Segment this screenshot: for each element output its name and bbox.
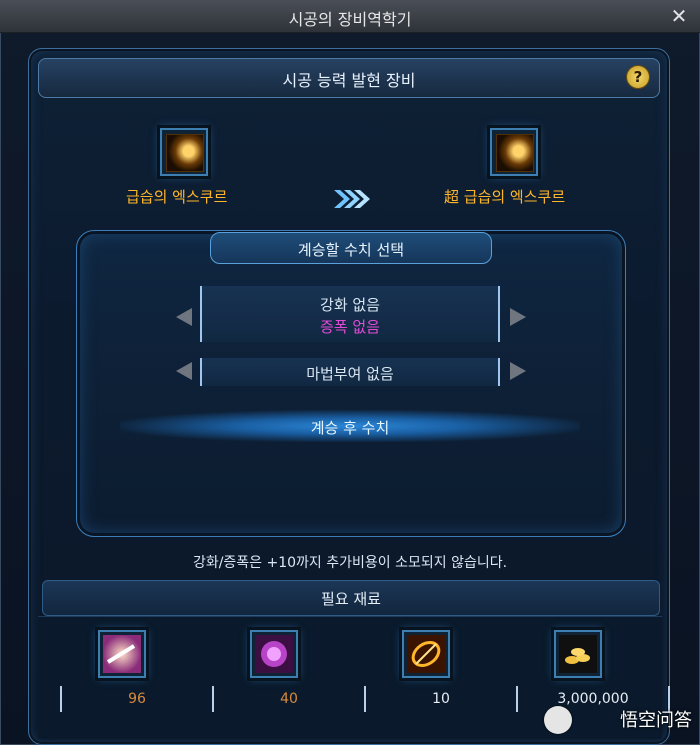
reinforce-option[interactable]: 강화 없음 증폭 없음 [200,286,500,342]
select-title-text: 계승할 수치 선택 [297,241,405,259]
gold-coin-icon[interactable] [554,630,602,678]
window-title: 시공의 장비역학기 [288,10,412,29]
enchant-prev-arrow-icon[interactable] [176,362,192,380]
material-3-count: 10 [364,686,518,712]
watermark-logo-icon [544,706,572,734]
enchant-option[interactable]: 마법부여 없음 [200,358,500,386]
after-inherit-label: 계승 후 수치 [310,419,390,437]
amplify-text: 증폭 없음 [320,318,380,336]
panel-title: 시공 능력 발현 장비 [282,71,416,90]
reinforce-text: 강화 없음 [320,296,380,314]
notice-text: 강화/증폭은 +10까지 추가비용이 소모되지 않습니다. [192,555,508,571]
transfer-arrow-icon [334,190,370,208]
reinforce-next-arrow-icon[interactable] [510,308,526,326]
source-equipment-icon [166,134,204,172]
materials-title: 필요 재료 [321,590,381,608]
source-equipment-name: 급습의 엑스쿠르 [126,188,228,206]
material-1-icon[interactable] [98,630,146,678]
help-icon[interactable]: ? [627,66,649,88]
material-3-icon[interactable] [402,630,450,678]
material-2-icon[interactable] [250,630,298,678]
titlebar: 시공의 장비역학기 ✕ [0,0,700,33]
equipment-transfer-window: 시공의 장비역학기 ✕ 시공 능력 발현 장비 ? 급습의 엑스쿠르 超 급습의… [0,0,700,745]
target-equipment-icon [496,134,534,172]
panel-header: 시공 능력 발현 장비 ? [38,58,660,98]
target-equipment-slot[interactable] [490,128,538,176]
material-1-count: 96 [60,686,214,712]
source-equipment-slot[interactable] [160,128,208,176]
enchant-next-arrow-icon[interactable] [510,362,526,380]
target-equipment-name: 超 급습의 엑스쿠르 [444,188,566,206]
watermark-text: 悟空问答 [620,710,692,731]
select-title: 계승할 수치 선택 [210,232,492,264]
enchant-text: 마법부여 없음 [306,365,394,383]
close-icon[interactable]: ✕ [668,5,690,27]
reinforce-prev-arrow-icon[interactable] [176,308,192,326]
materials-header: 필요 재료 [42,580,660,616]
after-inherit-bar: 계승 후 수치 [120,410,580,442]
material-2-count: 40 [212,686,366,712]
